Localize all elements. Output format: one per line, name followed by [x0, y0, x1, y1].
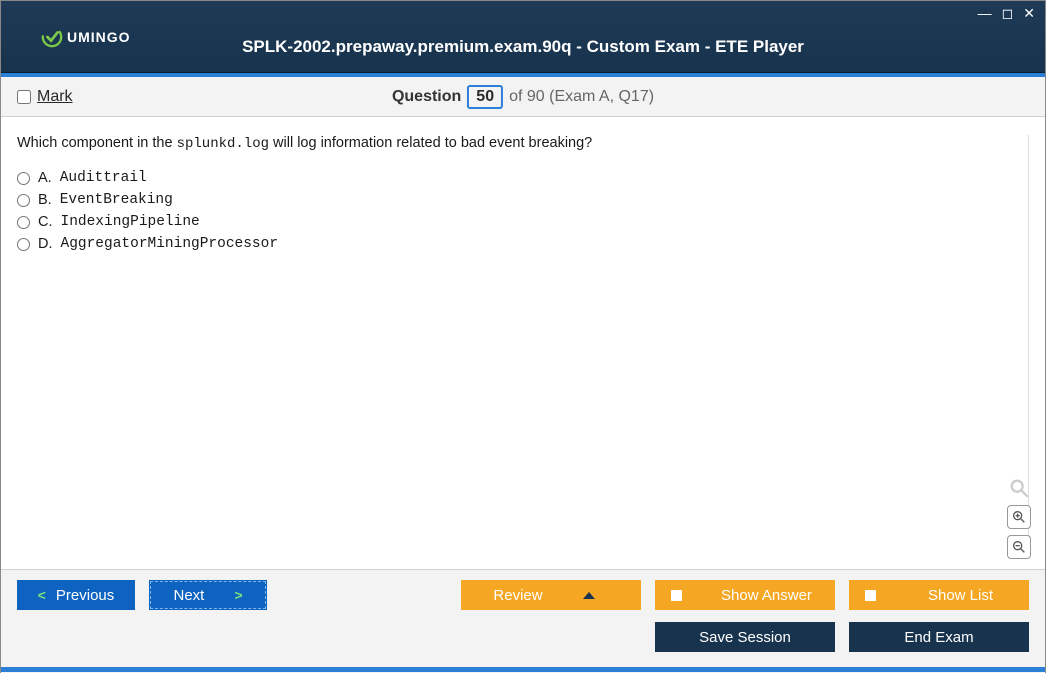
- zoom-in-button[interactable]: [1007, 505, 1031, 529]
- logo-text: UMINGO: [67, 29, 131, 45]
- end-exam-button[interactable]: End Exam: [849, 622, 1029, 652]
- zoom-tools: [1007, 477, 1031, 559]
- question-of-text: of 90 (Exam A, Q17): [509, 88, 654, 106]
- option-d[interactable]: D. AggregatorMiningProcessor: [17, 236, 1016, 252]
- chevron-right-icon: >: [234, 587, 242, 603]
- question-prefix: Which component in the: [17, 135, 177, 151]
- question-label: Question: [392, 88, 461, 106]
- question-bar: Mark Question 50 of 90 (Exam A, Q17): [1, 77, 1045, 117]
- option-radio[interactable]: [17, 238, 30, 251]
- review-button[interactable]: Review: [461, 580, 641, 610]
- bottom-accent: [1, 667, 1045, 672]
- chevron-left-icon: <: [38, 587, 46, 603]
- option-text: EventBreaking: [60, 192, 173, 208]
- show-list-button[interactable]: Show List: [849, 580, 1029, 610]
- title-bar: UMINGO SPLK-2002.prepaway.premium.exam.9…: [1, 1, 1045, 73]
- window-title: SPLK-2002.prepaway.premium.exam.90q - Cu…: [242, 37, 804, 57]
- square-icon: [671, 590, 682, 601]
- previous-button[interactable]: < Previous: [17, 580, 135, 610]
- question-number-box: 50: [467, 85, 503, 109]
- app-logo: UMINGO: [41, 26, 131, 48]
- question-code: splunkd.log: [177, 136, 269, 152]
- option-a[interactable]: A. Audittrail: [17, 170, 1016, 186]
- close-icon[interactable]: ✕: [1021, 5, 1037, 22]
- option-c[interactable]: C. IndexingPipeline: [17, 214, 1016, 230]
- mark-checkbox-group[interactable]: Mark: [17, 88, 73, 106]
- next-button[interactable]: Next >: [149, 580, 267, 610]
- option-radio[interactable]: [17, 172, 30, 185]
- question-suffix: will log information related to bad even…: [269, 135, 592, 151]
- end-exam-label: End Exam: [904, 629, 973, 646]
- mark-label[interactable]: Mark: [37, 88, 73, 106]
- option-radio[interactable]: [17, 216, 30, 229]
- option-text: IndexingPipeline: [61, 214, 200, 230]
- window-controls: — ◻ ✕: [976, 5, 1037, 22]
- option-radio[interactable]: [17, 194, 30, 207]
- minimize-icon[interactable]: —: [976, 5, 994, 22]
- question-text: Which component in the splunkd.log will …: [17, 135, 1016, 152]
- option-b[interactable]: B. EventBreaking: [17, 192, 1016, 208]
- option-letter: C.: [38, 214, 53, 230]
- mark-checkbox[interactable]: [17, 90, 31, 104]
- question-content: Which component in the splunkd.log will …: [1, 117, 1045, 569]
- show-answer-label: Show Answer: [710, 587, 835, 604]
- previous-label: Previous: [56, 587, 114, 604]
- option-letter: A.: [38, 170, 52, 186]
- triangle-up-icon: [583, 592, 595, 599]
- show-answer-button[interactable]: Show Answer: [655, 580, 835, 610]
- option-text: Audittrail: [60, 170, 147, 186]
- footer-bar: < Previous Next > Review Show Answer Sho…: [1, 569, 1045, 673]
- option-letter: B.: [38, 192, 52, 208]
- save-session-button[interactable]: Save Session: [655, 622, 835, 652]
- review-label: Review: [493, 587, 542, 604]
- maximize-icon[interactable]: ◻: [1000, 5, 1016, 22]
- options-list: A. Audittrail B. EventBreaking C. Indexi…: [17, 170, 1016, 252]
- zoom-out-button[interactable]: [1007, 535, 1031, 559]
- logo-checkmark-icon: [41, 26, 63, 48]
- option-letter: D.: [38, 236, 53, 252]
- next-label: Next: [173, 587, 204, 604]
- show-list-label: Show List: [904, 587, 1029, 604]
- question-counter: Question 50 of 90 (Exam A, Q17): [392, 85, 654, 109]
- square-icon: [865, 590, 876, 601]
- save-session-label: Save Session: [699, 629, 791, 646]
- search-icon[interactable]: [1008, 477, 1030, 499]
- option-text: AggregatorMiningProcessor: [61, 236, 279, 252]
